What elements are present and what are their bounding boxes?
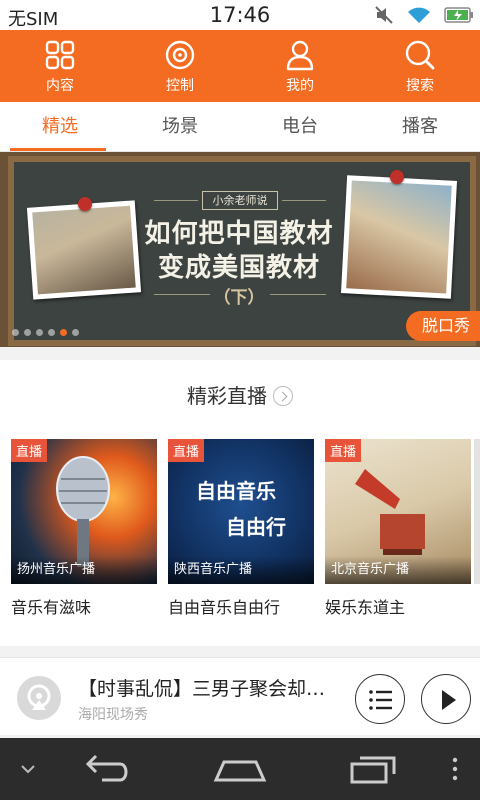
live-badge: 直播 xyxy=(168,439,205,462)
cover-art-text: 自由音乐 xyxy=(196,479,276,503)
live-section: 精彩直播 直播 扬州音乐广播 音乐有滋味 自由音乐 自由行 直播 陕西音乐广播 xyxy=(0,360,480,646)
tab-scenes[interactable]: 场景 xyxy=(120,102,240,151)
banner-carousel[interactable]: 小余老师说 如何把中国教材 变成美国教材 （下） 脱口秀 xyxy=(0,152,480,347)
pin-icon xyxy=(390,170,404,184)
banner-title-line3: （下） xyxy=(213,288,265,308)
person-icon xyxy=(286,40,314,71)
tab-podcast[interactable]: 播客 xyxy=(360,102,480,151)
play-button[interactable] xyxy=(421,674,471,724)
system-nav-bar xyxy=(0,738,480,800)
classroom-photo-right xyxy=(340,175,458,299)
station-name: 陕西音乐广播 xyxy=(168,556,314,584)
chevron-right-icon xyxy=(273,385,293,406)
play-icon xyxy=(442,690,456,710)
program-name: 娱乐东道主 xyxy=(325,598,406,617)
top-nav-bar: 内容 控制 我的 搜索 xyxy=(0,30,480,102)
now-playing-cover[interactable] xyxy=(17,676,61,720)
live-badge: 直播 xyxy=(11,439,48,462)
pin-icon xyxy=(78,197,92,211)
now-playing-title[interactable]: 【时事乱侃】三男子聚会却… xyxy=(78,674,354,701)
mini-player: 【时事乱侃】三男子聚会却… 海阳现场秀 xyxy=(0,657,480,735)
banner-title-line2: 变成美国教材 xyxy=(157,253,320,283)
live-card-thumb: 自由音乐 自由行 直播 陕西音乐广播 xyxy=(168,439,314,584)
station-name: 北京音乐广播 xyxy=(325,556,471,584)
overflow-menu-icon[interactable] xyxy=(448,750,462,788)
live-card-thumb: 直播 北京音乐广播 xyxy=(325,439,471,584)
banner-title-line1: 如何把中国教材 xyxy=(144,219,334,249)
recent-apps-icon[interactable] xyxy=(348,750,400,788)
chevron-down-icon[interactable] xyxy=(16,750,40,788)
live-badge: 直播 xyxy=(325,439,362,462)
wifi-icon xyxy=(408,7,430,23)
carousel-dot[interactable] xyxy=(72,329,79,336)
home-icon[interactable] xyxy=(212,750,268,788)
now-playing-subtitle: 海阳现场秀 xyxy=(78,707,148,723)
banner-tag: 小余老师说 xyxy=(202,191,278,210)
nav-control-label: 控制 xyxy=(166,78,194,94)
section-header[interactable]: 精彩直播 xyxy=(0,380,480,409)
program-name: 音乐有滋味 xyxy=(11,598,92,617)
live-card[interactable]: 直播 北京音乐广播 娱乐东道主 xyxy=(325,439,471,618)
nav-mine-label: 我的 xyxy=(286,78,314,94)
tab-radio[interactable]: 电台 xyxy=(240,102,360,151)
grid-icon xyxy=(45,40,75,70)
carousel-dot[interactable] xyxy=(12,329,19,336)
nav-mine[interactable]: 我的 xyxy=(240,30,360,102)
battery-icon xyxy=(444,7,473,23)
live-card[interactable]: 直播 扬州音乐广播 音乐有滋味 xyxy=(11,439,157,618)
list-icon xyxy=(369,690,392,710)
banner-category-badge[interactable]: 脱口秀 xyxy=(405,311,480,341)
search-icon xyxy=(405,40,435,70)
control-dial-icon xyxy=(165,40,195,70)
nav-search-label: 搜索 xyxy=(406,78,434,94)
classroom-photo-left xyxy=(26,200,142,300)
nav-search[interactable]: 搜索 xyxy=(360,30,480,102)
playlist-button[interactable] xyxy=(355,674,405,724)
tab-featured[interactable]: 精选 xyxy=(0,102,120,151)
live-card-thumb: 直播 扬州音乐广播 xyxy=(11,439,157,584)
station-name: 扬州音乐广播 xyxy=(11,556,157,584)
next-card-peek xyxy=(474,439,480,584)
back-icon[interactable] xyxy=(82,750,134,788)
status-bar: 无SIM 17:46 xyxy=(0,0,480,30)
carousel-dot[interactable] xyxy=(24,329,31,336)
podcast-icon xyxy=(27,684,51,710)
carousel-dot[interactable] xyxy=(36,329,43,336)
carousel-dot[interactable] xyxy=(48,329,55,336)
program-name: 自由音乐自由行 xyxy=(168,598,281,617)
cover-art-text: 自由行 xyxy=(226,515,286,539)
section-title: 精彩直播 xyxy=(187,384,267,408)
carousel-dots xyxy=(12,329,79,336)
nav-control[interactable]: 控制 xyxy=(120,30,240,102)
carousel-dot[interactable] xyxy=(60,329,67,336)
live-card[interactable]: 自由音乐 自由行 直播 陕西音乐广播 自由音乐自由行 xyxy=(168,439,314,618)
sub-tab-bar: 精选 场景 电台 播客 xyxy=(0,102,480,152)
mute-icon xyxy=(375,6,393,24)
nav-content[interactable]: 内容 xyxy=(0,30,120,102)
nav-content-label: 内容 xyxy=(46,78,74,94)
